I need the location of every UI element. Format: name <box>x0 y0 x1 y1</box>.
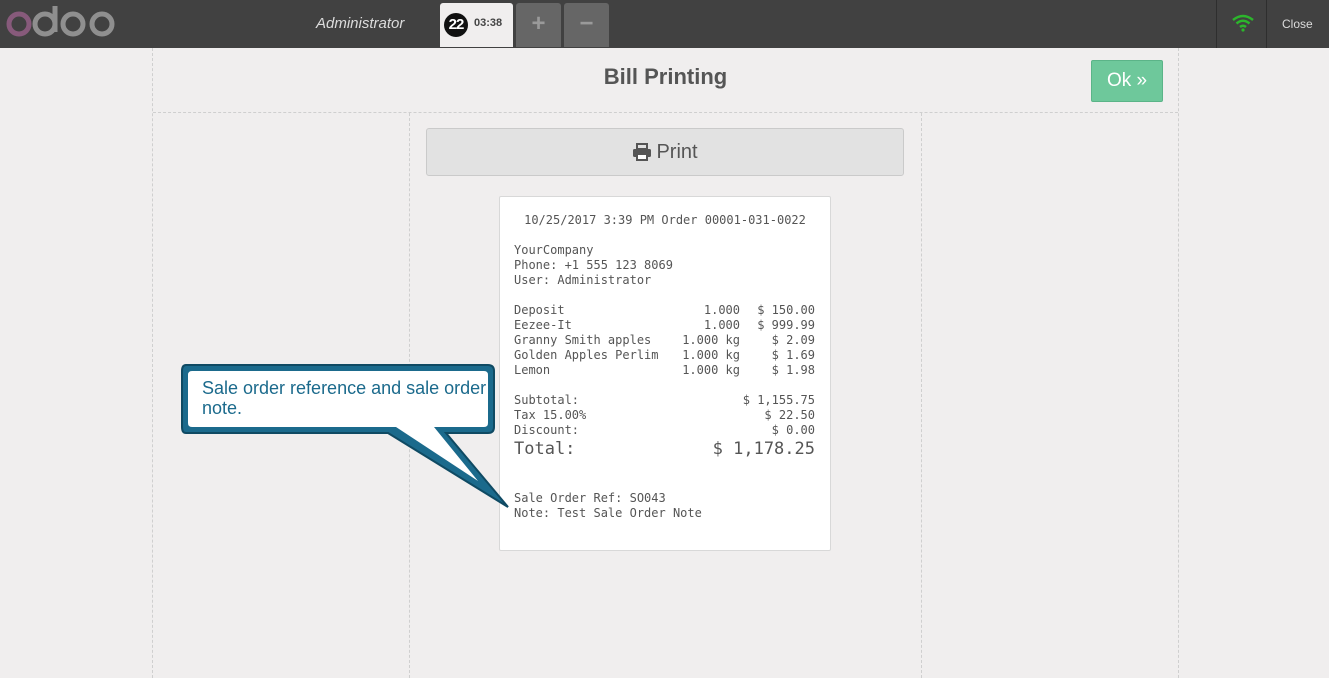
separator <box>1266 0 1267 48</box>
receipt-header-line: 10/25/2017 3:39 PM Order 00001-031-0022 <box>524 213 806 227</box>
receipt-company: YourCompany <box>514 243 594 257</box>
order-tab[interactable]: 22 03:38 <box>440 3 513 47</box>
print-label: Print <box>656 141 698 163</box>
receipt-line-name: Lemon <box>514 363 551 377</box>
wifi-icon <box>1232 14 1254 32</box>
receipt-line-qty: 1.000 kg <box>682 348 740 362</box>
remove-order-button[interactable]: − <box>564 3 609 47</box>
receipt-line-qty: 1.000 <box>703 318 740 332</box>
order-time: 03:38 <box>474 17 503 29</box>
tax-value: $ 22.50 <box>764 408 815 422</box>
receipt-line-qty: 1.000 kg <box>682 363 740 377</box>
receipt-line-name: Granny Smith apples <box>514 333 652 347</box>
receipt-line-qty: 1.000 kg <box>682 333 740 347</box>
order-number-badge: 22 <box>444 13 468 37</box>
discount-value: $ 0.00 <box>771 423 815 437</box>
receipt-line-amount: $ 1.98 <box>771 363 815 377</box>
sale-order-ref: Sale Order Ref: SO043 <box>514 491 666 505</box>
printer-icon <box>633 143 652 161</box>
receipt-user: User: Administrator <box>514 273 652 287</box>
odoo-logo <box>6 6 115 37</box>
total-value: $ 1,178.25 <box>712 439 815 459</box>
screen-header: Bill Printing Ok » <box>153 48 1178 113</box>
receipt-line-qty: 1.000 <box>703 303 740 317</box>
receipt-line-amount: $ 999.99 <box>757 318 815 332</box>
top-bar: Administrator 22 03:38 + − Close <box>0 0 1329 48</box>
receipt-line-name: Golden Apples Perlim <box>514 348 659 362</box>
receipt-phone: Phone: +1 555 123 8069 <box>514 258 673 272</box>
separator <box>1216 0 1217 48</box>
page-title: Bill Printing <box>603 64 728 89</box>
discount-label: Discount: <box>514 423 580 437</box>
sale-order-note: Note: Test Sale Order Note <box>514 506 702 520</box>
ok-button[interactable]: Ok » <box>1091 60 1163 102</box>
receipt-line-amount: $ 2.09 <box>771 333 815 347</box>
print-button[interactable]: Print <box>426 128 904 176</box>
receipt-line-amount: $ 150.00 <box>757 303 815 317</box>
callout-text: Sale order reference and sale order note… <box>202 378 487 418</box>
receipt: 10/25/2017 3:39 PM Order 00001-031-0022 … <box>499 196 831 551</box>
user-name: Administrator <box>316 15 405 32</box>
close-button[interactable]: Close <box>1282 17 1313 31</box>
subtotal-value: $ 1,155.75 <box>742 393 815 407</box>
add-order-button[interactable]: + <box>516 3 561 47</box>
receipt-line-amount: $ 1.69 <box>771 348 815 362</box>
